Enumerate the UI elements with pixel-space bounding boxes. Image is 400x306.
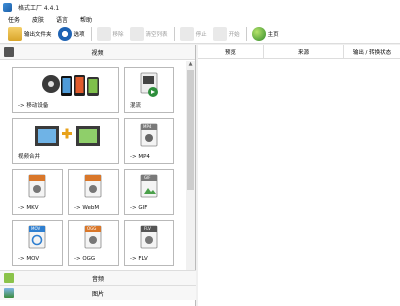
column-preview[interactable]: 预览 [198,45,264,58]
scrollbar-thumb[interactable] [187,70,194,190]
mkv-file-icon [28,174,46,198]
menu-bar: 任务 皮肤 语言 帮助 [0,14,400,25]
output-folder-button[interactable]: 输出文件夹 [8,26,52,42]
video-list-scrollbar[interactable]: ▲ ▼ [186,61,195,289]
mp4-badge: MP4 [143,124,152,129]
tile-label: -> MP4 [130,154,150,160]
menu-help[interactable]: 帮助 [80,15,92,24]
output-folder-label: 输出文件夹 [24,32,52,38]
start-button[interactable]: 开始 [212,26,240,42]
home-button[interactable]: 主页 [251,26,279,42]
category-panel: 视频 -> 移动设备 混流 视频合并 MP4 -> MP4 -> MKV -> … [0,45,196,306]
stop-icon [179,27,194,41]
tile-mp4[interactable]: MP4 -> MP4 [124,118,174,164]
toolbar-divider [245,27,247,41]
window-title: 格式工厂 4.4.1 [18,4,60,12]
tile-label: -> GIF [130,205,148,211]
menu-task[interactable]: 任务 [8,15,20,24]
clear-list-button[interactable]: 清空列表 [129,26,168,42]
toolbar: 输出文件夹 选项 移除 清空列表 停止 开始 主页 [0,25,400,44]
stop-label: 停止 [195,32,207,38]
title-bar: 格式工厂 4.4.1 [0,0,400,14]
tile-gif[interactable]: GIF -> GIF [124,169,174,215]
toolbar-divider [173,27,175,41]
category-image-label: 图片 [91,290,104,298]
mov-badge: MOV [31,226,41,231]
webm-file-icon [84,174,102,198]
tile-label: -> FLV [130,256,148,262]
category-video[interactable]: 视频 [0,45,195,60]
app-icon [3,2,12,12]
remove-file-icon [96,27,111,41]
menu-language[interactable]: 语言 [56,15,68,24]
home-label: 主页 [267,32,279,38]
tile-mkv[interactable]: -> MKV [12,169,63,215]
task-list-panel: 预览 来源 输出 / 转换状态 [198,45,400,306]
tile-label: 混流 [130,103,142,109]
tile-webm[interactable]: -> WebM [68,169,119,215]
start-icon [212,27,227,41]
remove-button[interactable]: 移除 [96,26,124,42]
tile-mobile-device[interactable]: -> 移动设备 [12,67,119,113]
clear-list-label: 清空列表 [145,32,168,38]
tile-label: -> 移动设备 [18,103,49,109]
stop-button[interactable]: 停止 [179,26,207,42]
tile-label: 视频合并 [18,154,41,160]
tile-video-merge[interactable]: 视频合并 [12,118,119,164]
video-merge-icon [35,126,100,146]
category-image[interactable]: 图片 [0,285,196,300]
tile-label: -> MKV [18,205,39,211]
tile-label: -> OGG [74,256,96,262]
scroll-up-arrow-icon[interactable]: ▲ [186,61,195,69]
mobile-devices-icon [42,75,99,96]
category-video-label: 视频 [91,49,104,57]
options-icon [57,27,72,41]
home-globe-icon [251,27,266,41]
gif-badge: GIF [144,175,151,180]
column-output-status[interactable]: 输出 / 转换状态 [344,45,400,58]
tile-label: -> MOV [18,256,40,262]
tile-mov[interactable]: MOV -> MOV [12,220,63,266]
category-audio-label: 音频 [91,275,104,283]
column-source[interactable]: 来源 [264,45,344,58]
menu-skin[interactable]: 皮肤 [32,15,44,24]
clear-list-icon [129,27,144,41]
tile-flv[interactable]: FLV -> FLV [124,220,174,266]
tile-label: -> WebM [74,205,100,211]
tile-mux[interactable]: 混流 [124,67,174,113]
flv-badge: FLV [144,226,151,231]
toolbar-divider [90,27,92,41]
options-label: 选项 [73,32,85,38]
start-label: 开始 [228,32,240,38]
tile-ogg[interactable]: OGG -> OGG [68,220,119,266]
ogg-badge: OGG [87,226,97,231]
category-audio[interactable]: 音频 [0,270,196,285]
mux-icon [140,72,158,97]
task-list-header: 预览 来源 输出 / 转换状态 [198,45,400,59]
remove-label: 移除 [112,32,124,38]
folder-icon [8,27,22,41]
options-button[interactable]: 选项 [57,26,85,42]
